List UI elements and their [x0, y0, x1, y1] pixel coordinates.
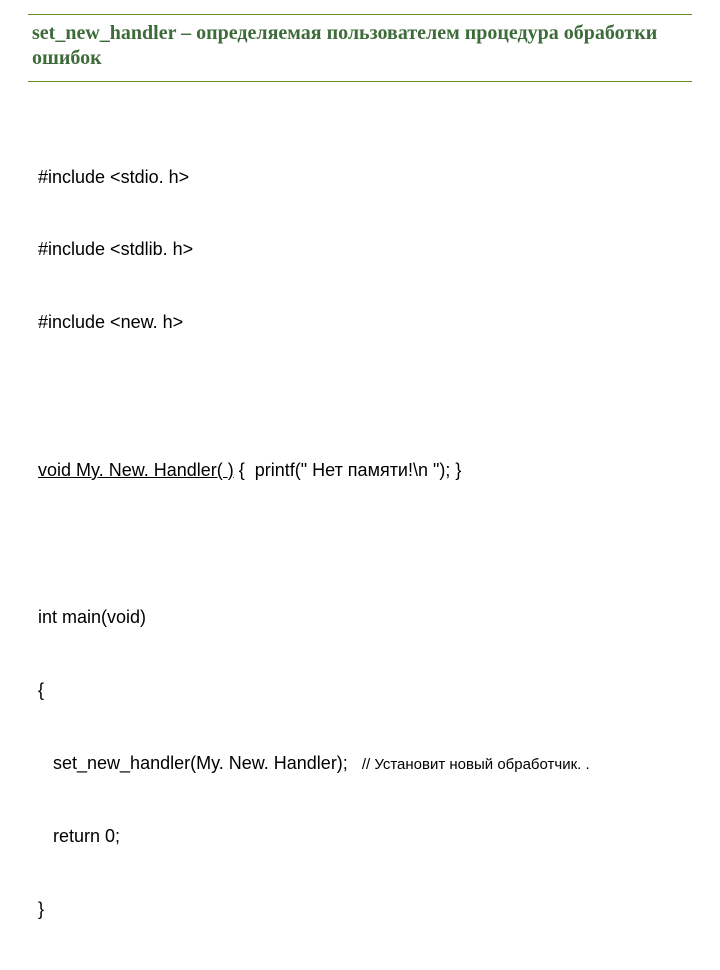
handler-block: void My. New. Handler( ) { printf(" Нет … [38, 409, 682, 530]
include-line: #include <new. h> [38, 310, 682, 334]
main-line-set-handler: set_new_handler(My. New. Handler); // Ус… [38, 751, 682, 775]
slide: set_new_handler – определяемая пользоват… [0, 0, 720, 540]
title-box: set_new_handler – определяемая пользоват… [28, 14, 692, 82]
title-keyword: set_new_handler [32, 22, 176, 44]
slide-body: #include <stdio. h> #include <stdlib. h>… [28, 116, 692, 970]
main-block: int main(void) { set_new_handler(My. New… [38, 557, 682, 970]
include-line: #include <stdio. h> [38, 165, 682, 189]
slide-title: set_new_handler – определяемая пользоват… [32, 21, 688, 71]
main-line: return 0; [38, 824, 682, 848]
handler-return-type: void [38, 460, 71, 480]
main-line: { [38, 678, 682, 702]
main-line: int main(void) [38, 605, 682, 629]
main-comment: // Установит новый обработчик. . [362, 755, 590, 775]
main-call: set_new_handler(My. New. Handler); [38, 751, 348, 775]
handler-name: My. New. Handler( ) [71, 460, 234, 480]
handler-line: void My. New. Handler( ) { printf(" Нет … [38, 458, 682, 482]
includes-block: #include <stdio. h> #include <stdlib. h>… [38, 116, 682, 383]
include-line: #include <stdlib. h> [38, 237, 682, 261]
main-line: } [38, 897, 682, 921]
handler-body: { printf(" Нет памяти!\n "); } [234, 460, 462, 480]
